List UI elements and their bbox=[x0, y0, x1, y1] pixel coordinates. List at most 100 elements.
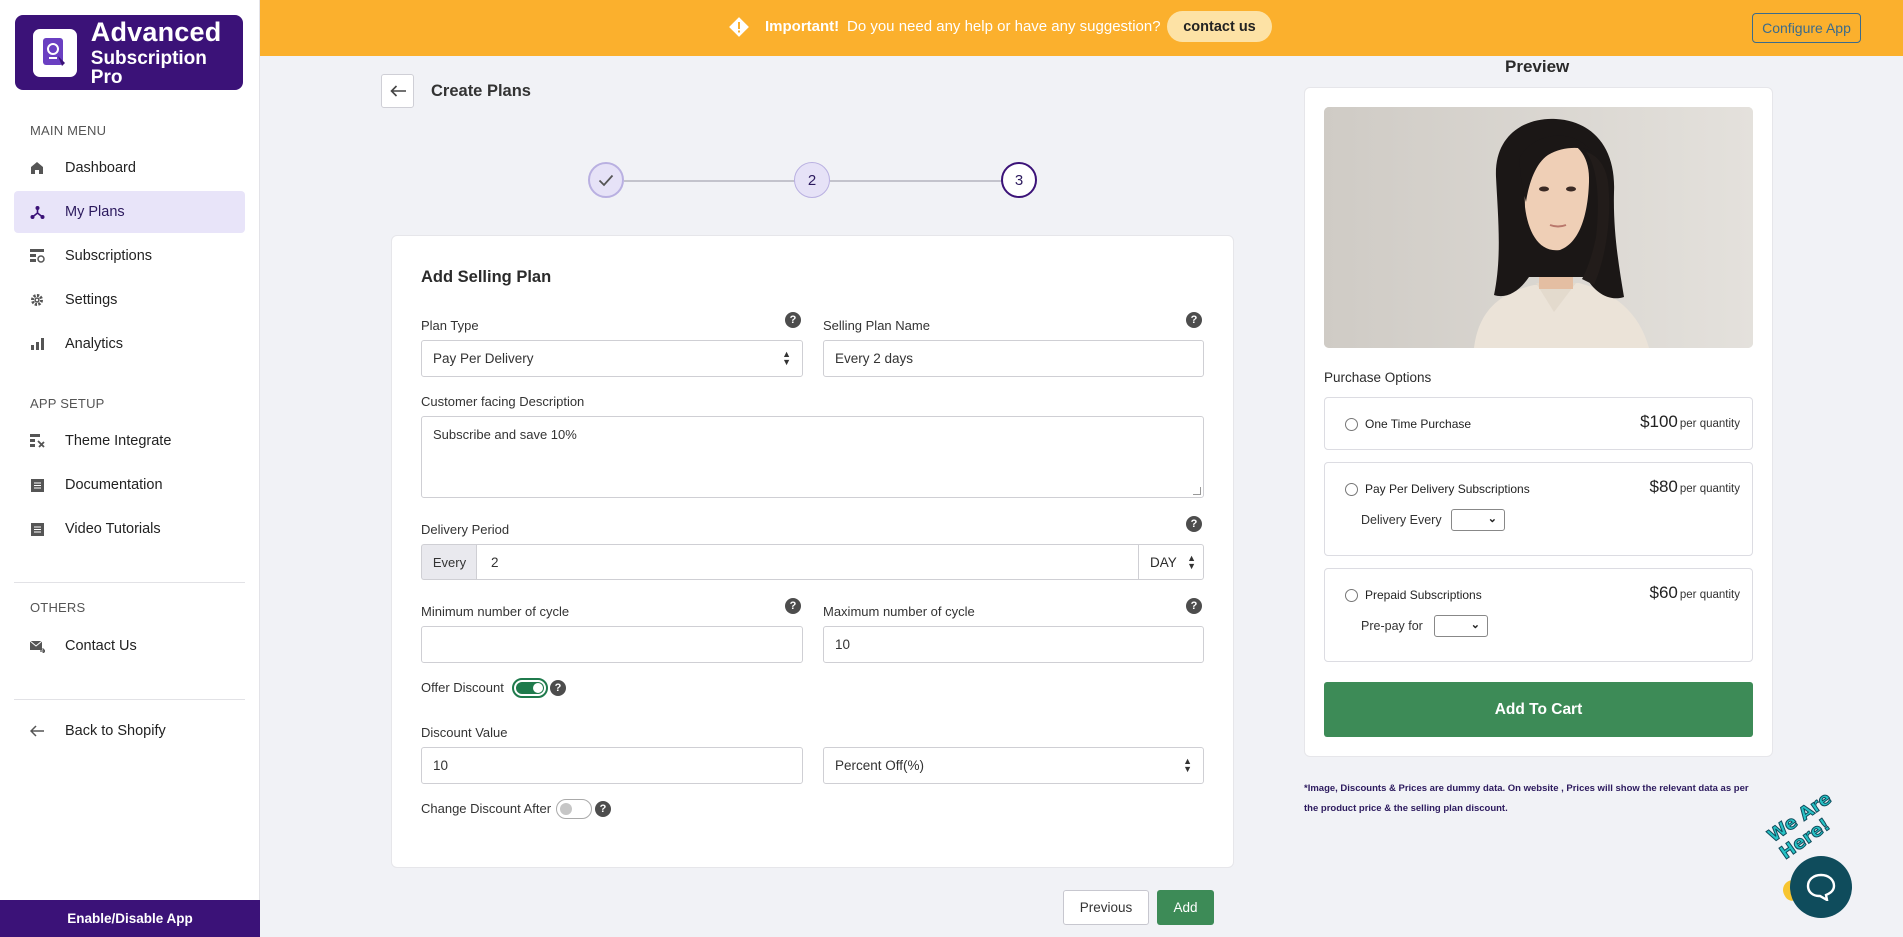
help-icon[interactable]: ? bbox=[595, 801, 611, 817]
option-name: Prepaid Subscriptions bbox=[1365, 588, 1482, 602]
document-icon bbox=[29, 477, 45, 493]
help-icon[interactable]: ? bbox=[1186, 312, 1202, 328]
option-price: $80 per quantity bbox=[1650, 477, 1740, 497]
delivery-every-select[interactable]: ⌄ bbox=[1451, 509, 1505, 531]
plan-type-label: Plan Type bbox=[421, 318, 479, 333]
toggle-knob bbox=[560, 803, 572, 815]
sidebar-item-contact-us[interactable]: Contact Us bbox=[14, 625, 245, 667]
step-2[interactable]: 2 bbox=[794, 162, 830, 198]
previous-button[interactable]: Previous bbox=[1063, 890, 1149, 925]
help-banner: Important! Do you need any help or have … bbox=[260, 0, 1903, 56]
change-discount-toggle[interactable] bbox=[556, 799, 592, 819]
max-cycle-value: 10 bbox=[835, 637, 851, 652]
toggle-knob bbox=[533, 683, 543, 693]
discount-value-input[interactable]: 10 bbox=[421, 747, 803, 784]
option-pay-per-delivery[interactable]: Pay Per Delivery Subscriptions $80 per qu… bbox=[1324, 462, 1753, 556]
add-to-cart-button[interactable]: Add To Cart bbox=[1324, 682, 1753, 737]
plan-name-input[interactable]: Every 2 days bbox=[823, 340, 1204, 377]
help-icon[interactable]: ? bbox=[785, 312, 801, 328]
plan-name-label: Selling Plan Name bbox=[823, 318, 930, 333]
radio-button[interactable] bbox=[1345, 483, 1358, 496]
configure-app-button[interactable]: Configure App bbox=[1752, 13, 1861, 43]
option-price: $100 per quantity bbox=[1640, 412, 1740, 432]
min-cycle-label: Minimum number of cycle bbox=[421, 604, 570, 619]
radio-button[interactable] bbox=[1345, 589, 1358, 602]
delivery-every-label: Delivery Every bbox=[1361, 513, 1442, 527]
contact-us-button[interactable]: contact us bbox=[1167, 11, 1272, 42]
delivery-unit-select[interactable]: DAY ▲ ▼ bbox=[1138, 544, 1204, 580]
discount-value-label: Discount Value bbox=[421, 725, 508, 740]
app-logo[interactable]: Advanced Subscription Pro bbox=[15, 15, 243, 90]
sidebar-item-label: Contact Us bbox=[65, 638, 137, 654]
sidebar-item-back-to-shopify[interactable]: Back to Shopify bbox=[14, 710, 245, 752]
home-icon bbox=[29, 160, 45, 176]
card-title: Add Selling Plan bbox=[421, 268, 552, 286]
radio-button[interactable] bbox=[1345, 418, 1358, 431]
description-label: Customer facing Description bbox=[421, 394, 585, 409]
description-textarea[interactable]: Subscribe and save 10% bbox=[421, 416, 1204, 498]
help-icon[interactable]: ? bbox=[550, 680, 566, 696]
step-1-complete[interactable] bbox=[588, 162, 624, 198]
mail-icon bbox=[29, 638, 45, 654]
help-icon[interactable]: ? bbox=[785, 598, 801, 614]
stepper-line bbox=[624, 180, 796, 182]
gear-icon bbox=[29, 292, 45, 308]
delivery-interval-value: 2 bbox=[491, 554, 499, 570]
offer-discount-toggle[interactable] bbox=[512, 678, 548, 698]
option-name: One Time Purchase bbox=[1365, 417, 1472, 431]
sidebar-item-settings[interactable]: Settings bbox=[14, 279, 245, 321]
sidebar-item-label: Video Tutorials bbox=[65, 521, 161, 537]
select-arrows-icon: ▲ ▼ bbox=[782, 349, 791, 367]
others-heading: OTHERS bbox=[30, 600, 86, 615]
option-price: $60 per quantity bbox=[1650, 583, 1740, 603]
sidebar-item-dashboard[interactable]: Dashboard bbox=[14, 147, 245, 189]
sidebar-item-documentation[interactable]: Documentation bbox=[14, 464, 245, 506]
chevron-down-icon: ⌄ bbox=[1470, 619, 1480, 631]
back-button[interactable] bbox=[381, 74, 414, 108]
logo-title: Advanced bbox=[90, 16, 222, 47]
help-icon[interactable]: ? bbox=[1186, 598, 1202, 614]
theme-icon bbox=[29, 433, 45, 449]
enable-disable-app-button[interactable]: Enable/Disable App bbox=[0, 900, 260, 937]
option-prepaid[interactable]: Prepaid Subscriptions $60 per quantity Pr… bbox=[1324, 568, 1753, 662]
sidebar-item-label: Theme Integrate bbox=[65, 433, 172, 449]
max-cycle-input[interactable]: 10 bbox=[823, 626, 1204, 663]
sidebar-item-my-plans[interactable]: My Plans bbox=[14, 191, 245, 233]
banner-important: Important! bbox=[765, 18, 840, 35]
sidebar-item-label: Documentation bbox=[65, 477, 163, 493]
chat-bubble-icon bbox=[1806, 873, 1836, 901]
option-name: Pay Per Delivery Subscriptions bbox=[1365, 482, 1530, 496]
chat-button[interactable] bbox=[1790, 856, 1852, 918]
dummy-data-note: *Image, Discounts & Prices are dummy dat… bbox=[1304, 783, 1749, 814]
delivery-interval-input[interactable]: 2 bbox=[476, 544, 1139, 580]
arrow-left-icon bbox=[389, 85, 406, 97]
prepay-for-select[interactable]: ⌄ bbox=[1434, 615, 1488, 637]
select-arrows-icon: ▲ ▼ bbox=[1187, 553, 1196, 571]
chat-badge-text: We Are Here! bbox=[1763, 787, 1836, 864]
plan-type-select[interactable]: Pay Per Delivery ▲ ▼ bbox=[421, 340, 803, 377]
sidebar-item-video-tutorials[interactable]: Video Tutorials bbox=[14, 508, 245, 550]
sidebar-divider bbox=[14, 699, 245, 700]
subscription-logo-icon bbox=[33, 28, 77, 77]
subscriptions-icon bbox=[29, 248, 45, 264]
price-value: $100 bbox=[1640, 412, 1678, 431]
sidebar-item-analytics[interactable]: Analytics bbox=[14, 323, 245, 365]
sidebar-item-label: My Plans bbox=[65, 204, 125, 220]
sidebar: Advanced Subscription Pro MAIN MENU Dash… bbox=[0, 0, 260, 937]
purchase-options-title: Purchase Options bbox=[1324, 370, 1432, 385]
step-3[interactable]: 3 bbox=[1001, 162, 1037, 198]
help-icon[interactable]: ? bbox=[1186, 516, 1202, 532]
option-one-time[interactable]: One Time Purchase $100 per quantity bbox=[1324, 397, 1753, 450]
sidebar-item-theme-integrate[interactable]: Theme Integrate bbox=[14, 420, 245, 462]
bar-chart-icon bbox=[29, 336, 45, 352]
select-arrows-icon: ▲ ▼ bbox=[1183, 756, 1192, 774]
price-unit: per quantity bbox=[1679, 418, 1740, 430]
min-cycle-input[interactable] bbox=[421, 626, 803, 663]
discount-type-select[interactable]: Percent Off(%) ▲ ▼ bbox=[823, 747, 1204, 784]
plans-icon bbox=[29, 204, 45, 220]
price-unit: per quantity bbox=[1679, 483, 1740, 495]
add-button[interactable]: Add bbox=[1157, 890, 1214, 925]
sidebar-item-subscriptions[interactable]: Subscriptions bbox=[14, 235, 245, 277]
resize-handle-icon[interactable] bbox=[1193, 487, 1201, 495]
preview-title: Preview bbox=[1505, 57, 1570, 76]
